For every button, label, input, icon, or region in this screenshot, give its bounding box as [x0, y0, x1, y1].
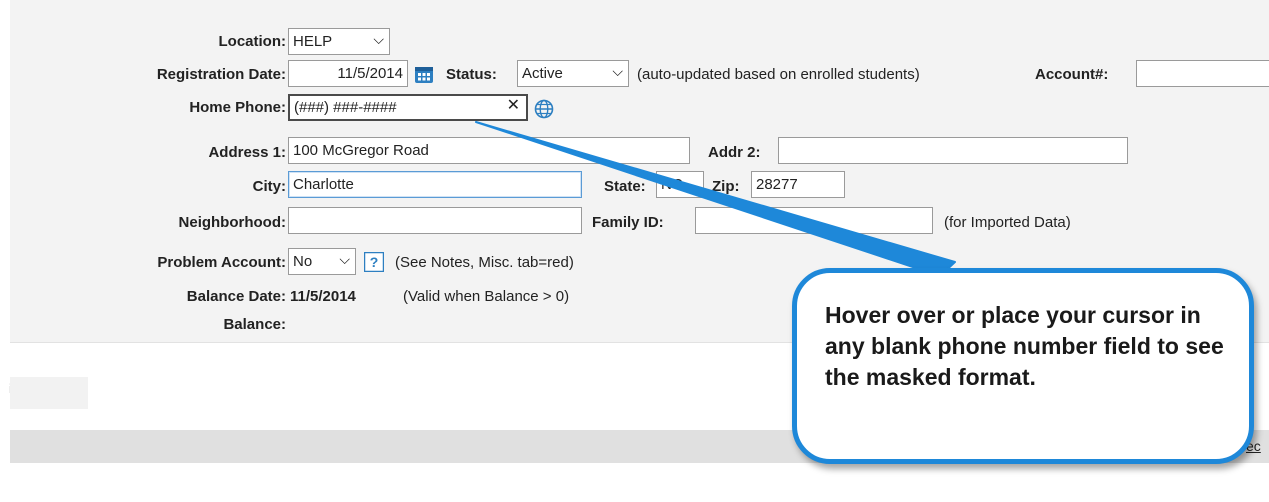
help-callout: Hover over or place your cursor in any b…: [792, 268, 1254, 464]
callout-text: Hover over or place your cursor in any b…: [825, 302, 1224, 390]
